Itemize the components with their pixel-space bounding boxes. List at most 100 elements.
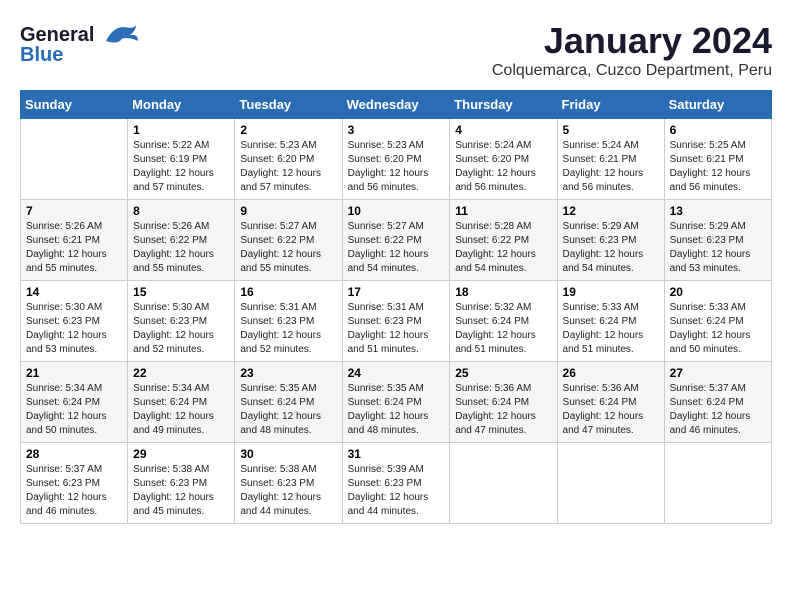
day-info: Sunrise: 5:39 AMSunset: 6:23 PMDaylight:… bbox=[348, 464, 429, 517]
day-info: Sunrise: 5:29 AMSunset: 6:23 PMDaylight:… bbox=[563, 221, 644, 274]
title-area: January 2024 Colquemarca, Cuzco Departme… bbox=[492, 20, 772, 80]
day-info: Sunrise: 5:38 AMSunset: 6:23 PMDaylight:… bbox=[240, 464, 321, 517]
day-number: 5 bbox=[563, 123, 659, 137]
calendar-cell: 15 Sunrise: 5:30 AMSunset: 6:23 PMDayligh… bbox=[128, 281, 235, 362]
calendar-cell: 27 Sunrise: 5:37 AMSunset: 6:24 PMDayligh… bbox=[664, 362, 771, 443]
calendar-cell: 28Sunrise: 5:37 AMSunset: 6:23 PMDayligh… bbox=[21, 443, 128, 524]
day-info: Sunrise: 5:34 AMSunset: 6:24 PMDaylight:… bbox=[133, 383, 214, 436]
day-number: 10 bbox=[348, 204, 445, 218]
day-info: Sunrise: 5:36 AMSunset: 6:24 PMDaylight:… bbox=[455, 383, 536, 436]
calendar-title: January 2024 bbox=[492, 20, 772, 62]
day-number: 27 bbox=[670, 366, 766, 380]
day-number: 17 bbox=[348, 285, 445, 299]
day-number: 15 bbox=[133, 285, 229, 299]
calendar-cell bbox=[664, 443, 771, 524]
calendar-cell: 21Sunrise: 5:34 AMSunset: 6:24 PMDayligh… bbox=[21, 362, 128, 443]
week-row-4: 21 Sunrise: 5:34 AMSunset: 6:24 PMDayligh… bbox=[21, 362, 772, 443]
day-number: 7 bbox=[26, 204, 122, 218]
week-row-2: 7 Sunrise: 5:26 AMSunset: 6:21 PMDaylight… bbox=[21, 200, 772, 281]
logo-bird-icon bbox=[98, 20, 138, 50]
day-info: Sunrise: 5:22 AMSunset: 6:19 PMDaylight:… bbox=[133, 140, 214, 193]
calendar-cell: 22 Sunrise: 5:34 AMSunset: 6:24 PMDayligh… bbox=[128, 362, 235, 443]
week-row-3: 14 Sunrise: 5:30 AMSunset: 6:23 PMDayligh… bbox=[21, 281, 772, 362]
day-info: Sunrise: 5:31 AMSunset: 6:23 PMDaylight:… bbox=[348, 302, 429, 355]
calendar-cell bbox=[557, 443, 664, 524]
day-info: Sunrise: 5:27 AMSunset: 6:22 PMDaylight:… bbox=[348, 221, 429, 274]
day-info: Sunrise: 5:26 AMSunset: 6:21 PMDaylight:… bbox=[26, 221, 107, 274]
day-number: 6 bbox=[670, 123, 766, 137]
day-number: 19 bbox=[563, 285, 659, 299]
calendar-cell: 3Sunrise: 5:23 AMSunset: 6:20 PMDaylight… bbox=[342, 119, 450, 200]
day-info: Sunrise: 5:33 AMSunset: 6:24 PMDaylight:… bbox=[670, 302, 751, 355]
calendar-subtitle: Colquemarca, Cuzco Department, Peru bbox=[492, 62, 772, 80]
day-info: Sunrise: 5:26 AMSunset: 6:22 PMDaylight:… bbox=[133, 221, 214, 274]
day-number: 9 bbox=[240, 204, 336, 218]
day-number: 4 bbox=[455, 123, 551, 137]
day-info: Sunrise: 5:27 AMSunset: 6:22 PMDaylight:… bbox=[240, 221, 321, 274]
calendar-cell: 10 Sunrise: 5:27 AMSunset: 6:22 PMDayligh… bbox=[342, 200, 450, 281]
day-info: Sunrise: 5:38 AMSunset: 6:23 PMDaylight:… bbox=[133, 464, 214, 517]
calendar-cell: 1Sunrise: 5:22 AMSunset: 6:19 PMDaylight… bbox=[128, 119, 235, 200]
calendar-cell: 20 Sunrise: 5:33 AMSunset: 6:24 PMDayligh… bbox=[664, 281, 771, 362]
day-info: Sunrise: 5:31 AMSunset: 6:23 PMDaylight:… bbox=[240, 302, 321, 355]
day-number: 22 bbox=[133, 366, 229, 380]
day-number: 16 bbox=[240, 285, 336, 299]
day-number: 24 bbox=[348, 366, 445, 380]
calendar-header: SundayMondayTuesdayWednesdayThursdayFrid… bbox=[21, 91, 772, 119]
day-number: 23 bbox=[240, 366, 336, 380]
calendar-cell: 8Sunrise: 5:26 AMSunset: 6:22 PMDaylight… bbox=[128, 200, 235, 281]
header-row: SundayMondayTuesdayWednesdayThursdayFrid… bbox=[21, 91, 772, 119]
logo: General Blue bbox=[20, 20, 138, 67]
calendar-cell: 9 Sunrise: 5:27 AMSunset: 6:22 PMDaylight… bbox=[235, 200, 342, 281]
day-info: Sunrise: 5:37 AMSunset: 6:24 PMDaylight:… bbox=[670, 383, 751, 436]
day-number: 29 bbox=[133, 447, 229, 461]
calendar-cell: 23 Sunrise: 5:35 AMSunset: 6:24 PMDayligh… bbox=[235, 362, 342, 443]
day-info: Sunrise: 5:37 AMSunset: 6:23 PMDaylight:… bbox=[26, 464, 107, 517]
day-info: Sunrise: 5:35 AMSunset: 6:24 PMDaylight:… bbox=[240, 383, 321, 436]
day-number: 11 bbox=[455, 204, 551, 218]
day-number: 2 bbox=[240, 123, 336, 137]
calendar-cell: 31 Sunrise: 5:39 AMSunset: 6:23 PMDayligh… bbox=[342, 443, 450, 524]
week-row-1: 1Sunrise: 5:22 AMSunset: 6:19 PMDaylight… bbox=[21, 119, 772, 200]
header-day-thursday: Thursday bbox=[450, 91, 557, 119]
day-info: Sunrise: 5:30 AMSunset: 6:23 PMDaylight:… bbox=[26, 302, 107, 355]
header: General Blue January 2024 Colquemarca, C… bbox=[20, 20, 772, 80]
calendar-cell: 30 Sunrise: 5:38 AMSunset: 6:23 PMDayligh… bbox=[235, 443, 342, 524]
day-number: 18 bbox=[455, 285, 551, 299]
day-info: Sunrise: 5:36 AMSunset: 6:24 PMDaylight:… bbox=[563, 383, 644, 436]
calendar-cell: 7 Sunrise: 5:26 AMSunset: 6:21 PMDaylight… bbox=[21, 200, 128, 281]
day-number: 14 bbox=[26, 285, 122, 299]
day-number: 12 bbox=[563, 204, 659, 218]
calendar-cell: 17 Sunrise: 5:31 AMSunset: 6:23 PMDayligh… bbox=[342, 281, 450, 362]
header-day-wednesday: Wednesday bbox=[342, 91, 450, 119]
calendar-cell bbox=[450, 443, 557, 524]
day-number: 25 bbox=[455, 366, 551, 380]
calendar-body: 1Sunrise: 5:22 AMSunset: 6:19 PMDaylight… bbox=[21, 119, 772, 524]
day-number: 20 bbox=[670, 285, 766, 299]
calendar-cell: 29 Sunrise: 5:38 AMSunset: 6:23 PMDayligh… bbox=[128, 443, 235, 524]
day-number: 30 bbox=[240, 447, 336, 461]
day-info: Sunrise: 5:23 AMSunset: 6:20 PMDaylight:… bbox=[240, 140, 321, 193]
calendar-cell: 11 Sunrise: 5:28 AMSunset: 6:22 PMDayligh… bbox=[450, 200, 557, 281]
day-info: Sunrise: 5:30 AMSunset: 6:23 PMDaylight:… bbox=[133, 302, 214, 355]
calendar-cell: 6Sunrise: 5:25 AMSunset: 6:21 PMDaylight… bbox=[664, 119, 771, 200]
day-info: Sunrise: 5:24 AMSunset: 6:21 PMDaylight:… bbox=[563, 140, 644, 193]
calendar-table: SundayMondayTuesdayWednesdayThursdayFrid… bbox=[20, 90, 772, 524]
day-info: Sunrise: 5:29 AMSunset: 6:23 PMDaylight:… bbox=[670, 221, 751, 274]
header-day-tuesday: Tuesday bbox=[235, 91, 342, 119]
day-number: 21 bbox=[26, 366, 122, 380]
calendar-cell: 5 Sunrise: 5:24 AMSunset: 6:21 PMDaylight… bbox=[557, 119, 664, 200]
day-info: Sunrise: 5:28 AMSunset: 6:22 PMDaylight:… bbox=[455, 221, 536, 274]
calendar-cell: 12 Sunrise: 5:29 AMSunset: 6:23 PMDayligh… bbox=[557, 200, 664, 281]
calendar-cell: 14 Sunrise: 5:30 AMSunset: 6:23 PMDayligh… bbox=[21, 281, 128, 362]
day-info: Sunrise: 5:35 AMSunset: 6:24 PMDaylight:… bbox=[348, 383, 429, 436]
calendar-cell: 13Sunrise: 5:29 AMSunset: 6:23 PMDayligh… bbox=[664, 200, 771, 281]
week-row-5: 28Sunrise: 5:37 AMSunset: 6:23 PMDayligh… bbox=[21, 443, 772, 524]
calendar-cell: 24 Sunrise: 5:35 AMSunset: 6:24 PMDayligh… bbox=[342, 362, 450, 443]
logo-blue: Blue bbox=[20, 44, 63, 67]
calendar-cell: 18 Sunrise: 5:32 AMSunset: 6:24 PMDayligh… bbox=[450, 281, 557, 362]
calendar-cell: 2 Sunrise: 5:23 AMSunset: 6:20 PMDaylight… bbox=[235, 119, 342, 200]
day-number: 31 bbox=[348, 447, 445, 461]
day-info: Sunrise: 5:24 AMSunset: 6:20 PMDaylight:… bbox=[455, 140, 536, 193]
day-info: Sunrise: 5:32 AMSunset: 6:24 PMDaylight:… bbox=[455, 302, 536, 355]
